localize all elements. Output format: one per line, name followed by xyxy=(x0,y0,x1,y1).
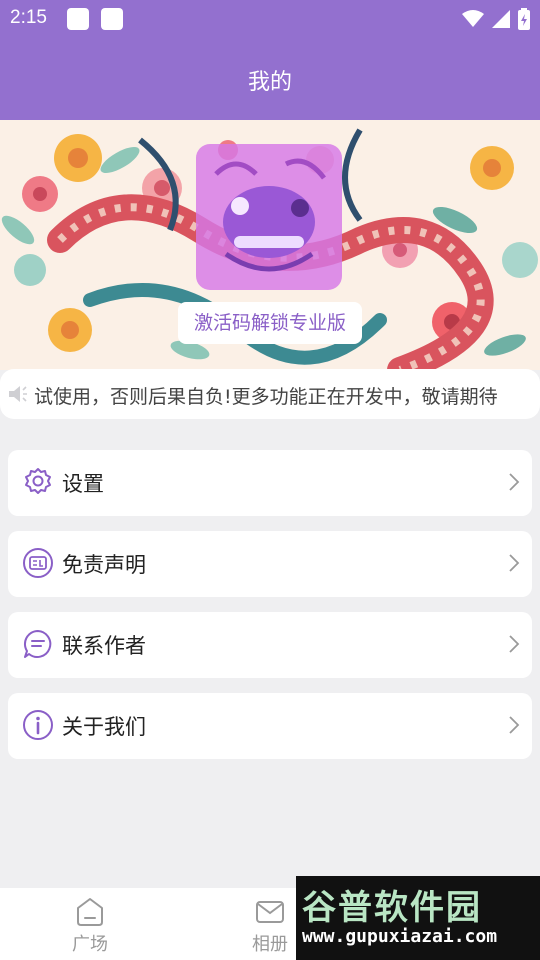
speaker-icon xyxy=(9,386,27,402)
menu-label: 联系作者 xyxy=(62,634,146,658)
menu-label: 免责声明 xyxy=(62,553,146,577)
info-icon xyxy=(23,710,53,740)
menu-label: 关于我们 xyxy=(62,715,146,739)
nav-tab-square[interactable]: 广场 xyxy=(45,896,135,956)
wifi-icon xyxy=(462,10,484,27)
notice-text: 试使用，否则后果自负!更多功能正在开发中，敬请期待 xyxy=(34,386,498,408)
menu-item-contact-author[interactable]: 联系作者 xyxy=(8,612,532,678)
menu-item-settings[interactable]: 设置 xyxy=(8,450,532,516)
system-icons xyxy=(462,8,530,30)
notification-icon xyxy=(67,8,89,30)
battery-icon xyxy=(518,8,530,30)
menu-label: 设置 xyxy=(62,472,104,496)
unlock-pro-button[interactable]: 激活码解锁专业版 xyxy=(178,302,362,344)
watermark-logo: 谷普软件园 www.gupuxiazai.com xyxy=(296,876,540,960)
gear-icon xyxy=(25,468,51,494)
app-logo xyxy=(196,144,342,290)
document-icon xyxy=(23,548,53,578)
page-title: 我的 xyxy=(247,70,292,95)
menu-item-disclaimer[interactable]: 免责声明 xyxy=(8,531,532,597)
chevron-right-icon xyxy=(509,554,520,572)
chevron-right-icon xyxy=(509,716,520,734)
app-bar: 我的 xyxy=(0,38,540,120)
watermark-title: 谷普软件园 xyxy=(302,888,482,928)
nav-label: 广场 xyxy=(72,934,108,955)
notice-marquee: 试使用，否则后果自负!更多功能正在开发中，敬请期待 xyxy=(0,369,540,419)
notification-icon xyxy=(101,8,123,30)
chat-icon xyxy=(23,629,52,658)
watermark-url: www.gupuxiazai.com xyxy=(302,926,498,947)
chevron-right-icon xyxy=(509,635,520,653)
chevron-right-icon xyxy=(509,473,520,491)
status-bar: 2:15 xyxy=(0,0,540,38)
menu-item-about-us[interactable]: 关于我们 xyxy=(8,693,532,759)
square-icon xyxy=(77,898,103,926)
nav-label: 相册 xyxy=(252,934,288,955)
signal-icon xyxy=(492,10,510,28)
mail-icon xyxy=(256,901,284,923)
status-time: 2:15 xyxy=(10,7,47,28)
